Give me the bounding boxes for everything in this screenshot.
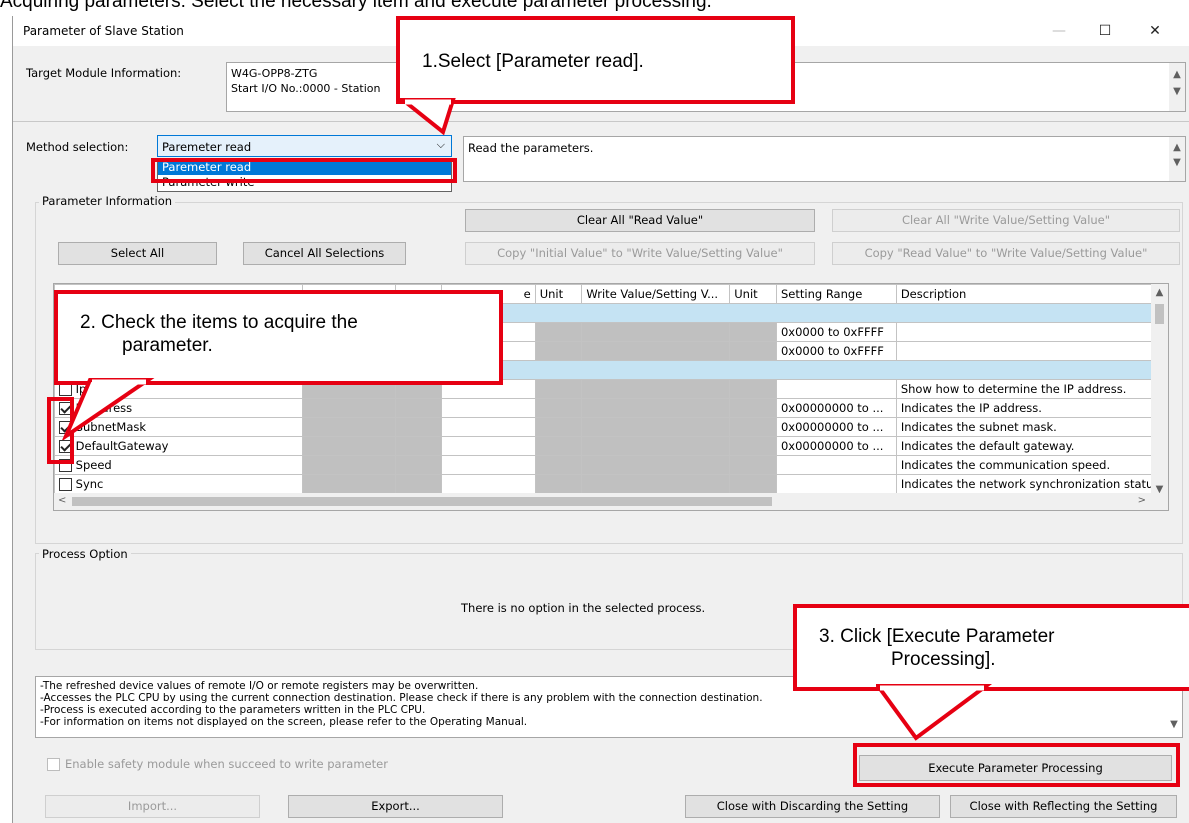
import-button[interactable]: Import...	[45, 795, 260, 818]
description-scrollbar[interactable]: ▲ ▼	[1169, 137, 1185, 181]
table-row[interactable]: SubnetMask 0x00000000 to ... Indicates the…	[54, 417, 1168, 437]
description-cell: Indicates the network synchronization st…	[895, 474, 1168, 494]
method-description: Read the parameters. ▲ ▼	[463, 136, 1186, 182]
col-header-setting-range[interactable]: Setting Range	[775, 284, 897, 304]
method-selected-value: Paremeter read	[162, 140, 252, 154]
callout-check-items: 2. Check the items to acquire the parame…	[54, 290, 503, 385]
export-button[interactable]: Export...	[288, 795, 503, 818]
col-header-unit-2[interactable]: Unit	[729, 284, 777, 304]
window-title: Parameter of Slave Station	[23, 24, 184, 38]
method-selection-label: Method selection:	[26, 140, 129, 154]
setting-range-cell: 0x0000 to 0xFFFF	[775, 322, 897, 342]
callout-2-line2: parameter.	[122, 335, 213, 356]
description-cell: Indicates the subnet mask.	[895, 417, 1168, 437]
grid-horizontal-scrollbar[interactable]: < >	[54, 493, 1168, 510]
col-header-unit[interactable]: Unit	[534, 284, 583, 304]
setting-range-cell	[775, 455, 897, 475]
start-io-text: Start I/O No.:0000 - Station	[231, 82, 381, 95]
safety-checkbox-label: Enable safety module when succeed to wri…	[65, 757, 388, 771]
note-line: -Accesses the PLC CPU by using the curre…	[40, 692, 763, 704]
select-all-button[interactable]: Select All	[58, 242, 217, 265]
col-header-write-value[interactable]: Write Value/Setting V...	[581, 284, 731, 304]
setting-range-cell	[775, 379, 897, 399]
item-name: Speed	[75, 458, 112, 472]
setting-range-cell: 0x00000000 to ...	[775, 398, 897, 418]
description-cell: Indicates the IP address.	[895, 398, 1168, 418]
callout-select-parameter-read: 1.Select [Parameter read].	[396, 16, 795, 104]
caption-text: Acquiring parameters: Select the necessa…	[0, 0, 712, 12]
table-row[interactable]: Speed Indicates the communication speed.	[54, 455, 1168, 475]
highlight-execute-button	[853, 743, 1180, 787]
parameter-information-label: Parameter Information	[39, 194, 176, 208]
clear-all-read-value-button[interactable]: Clear All "Read Value"	[465, 209, 815, 232]
callout-3-pointer	[876, 684, 993, 741]
close-discarding-button[interactable]: Close with Discarding the Setting	[685, 795, 940, 818]
description-cell: Indicates the default gateway.	[895, 436, 1168, 456]
chevron-down-icon: ⌵	[436, 138, 445, 151]
process-option-label: Process Option	[39, 547, 131, 561]
table-row[interactable]: IpAddress0x00000000 to ...Indicates the …	[54, 398, 1168, 418]
close-reflecting-button[interactable]: Close with Reflecting the Setting	[950, 795, 1177, 818]
method-select[interactable]: Paremeter read ⌵	[157, 135, 452, 157]
callout-2-line1: 2. Check the items to acquire the	[80, 312, 358, 333]
note-line: -The refreshed device values of remote I…	[40, 680, 479, 692]
note-line: -For information on items not displayed …	[40, 716, 528, 728]
copy-read-value-button[interactable]: Copy "Read Value" to "Write Value/Settin…	[832, 242, 1180, 265]
note-line: -Process is executed according to the pa…	[40, 704, 426, 716]
no-option-text: There is no option in the selected proce…	[461, 601, 706, 615]
description-cell: Show how to determine the IP address.	[895, 379, 1168, 399]
row-checkbox[interactable]	[59, 478, 72, 491]
item-name: Sync	[75, 477, 104, 491]
maximize-button[interactable]: ☐	[1082, 16, 1128, 46]
callout-2-pointer	[62, 378, 155, 440]
method-description-text: Read the parameters.	[468, 141, 594, 155]
col-header-description[interactable]: Description	[895, 284, 1168, 304]
highlight-parameter-read	[151, 158, 457, 183]
description-cell: Indicates the communication speed.	[895, 455, 1168, 475]
minimize-button[interactable]: —	[1036, 16, 1082, 46]
grid-vertical-scrollbar[interactable]: ▲ ▼	[1151, 284, 1168, 495]
setting-range-cell: 0x0000 to 0xFFFF	[775, 341, 897, 361]
callout-3-line1: 3. Click [Execute Parameter	[819, 626, 1055, 647]
divider	[13, 121, 1189, 122]
target-scrollbar[interactable]: ▲ ▼	[1169, 63, 1185, 111]
table-row[interactable]: Sync Indicates the network synchronizatio…	[54, 474, 1168, 494]
callout-3-line2: Processing].	[891, 649, 996, 670]
setting-range-cell: 0x00000000 to ...	[775, 417, 897, 437]
dialog-window: Parameter of Slave Station — ☐ ✕ Target …	[12, 16, 1189, 823]
safety-checkbox[interactable]	[47, 758, 60, 771]
close-button[interactable]: ✕	[1132, 16, 1178, 46]
copy-initial-value-button[interactable]: Copy "Initial Value" to "Write Value/Set…	[465, 242, 815, 265]
target-module-label: Target Module Information:	[26, 66, 182, 80]
item-name: DefaultGateway	[75, 439, 169, 453]
table-row[interactable]: DefaultGateway 0x00000000 to ... Indicates…	[54, 436, 1168, 456]
clear-all-write-value-button[interactable]: Clear All "Write Value/Setting Value"	[832, 209, 1180, 232]
callout-execute: 3. Click [Execute Parameter Processing].	[793, 604, 1189, 691]
cancel-all-selections-button[interactable]: Cancel All Selections	[243, 242, 406, 265]
callout-1-pointer	[397, 98, 456, 136]
setting-range-cell	[775, 474, 897, 494]
module-name: W4G-OPP8-ZTG	[231, 67, 318, 80]
setting-range-cell: 0x00000000 to ...	[775, 436, 897, 456]
